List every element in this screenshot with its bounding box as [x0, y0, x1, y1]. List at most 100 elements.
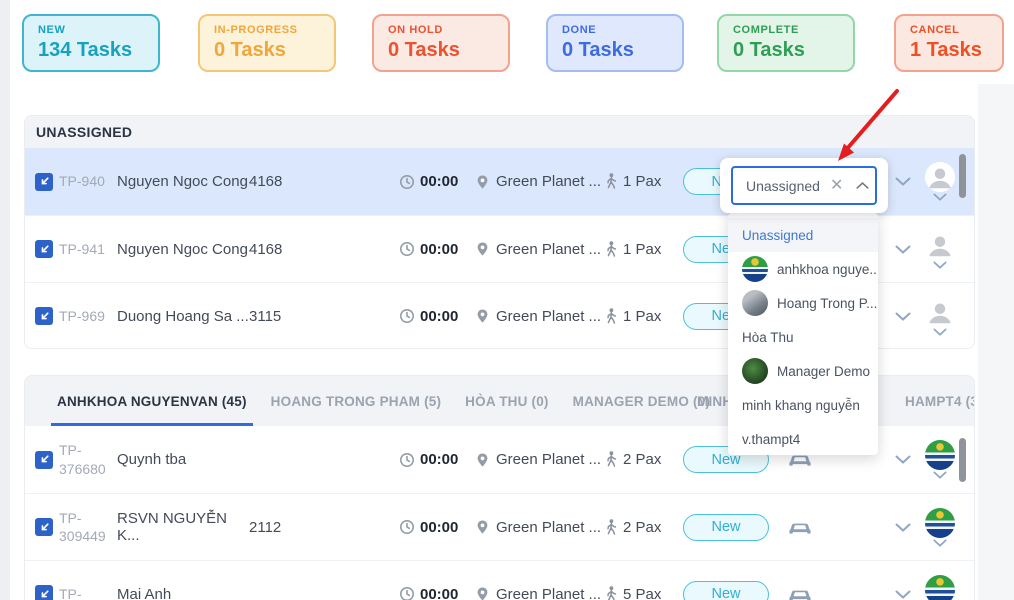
status-badge[interactable]: New	[683, 514, 769, 541]
clock-icon	[399, 519, 415, 535]
task-pax: 1 Pax	[623, 308, 661, 325]
panel-scrollbar-thumb[interactable]	[959, 438, 966, 482]
assignee-avatar-group[interactable]	[923, 508, 957, 547]
page-right-gutter	[978, 84, 1014, 600]
checked-checkbox-icon	[38, 521, 51, 534]
chevron-down-icon[interactable]	[933, 193, 947, 201]
flag-avatar	[925, 508, 955, 538]
card-new[interactable]: NEW 134 Tasks	[22, 14, 160, 72]
status-badge[interactable]: New	[683, 581, 769, 600]
dropdown-option-unassigned[interactable]: Unassigned	[728, 218, 878, 252]
chevron-down-icon[interactable]	[933, 471, 947, 479]
assignee-avatar-group[interactable]	[923, 297, 957, 336]
map-pin-icon	[475, 519, 490, 535]
task-id: TP-309449	[59, 509, 117, 545]
chevron-down-icon[interactable]	[933, 328, 947, 336]
row-checkbox[interactable]	[35, 585, 53, 600]
task-code: 4168	[249, 241, 399, 258]
checked-checkbox-icon	[38, 175, 51, 188]
dropdown-option-minh-khang[interactable]: minh khang nguyễn	[728, 388, 878, 422]
row-checkbox[interactable]	[35, 518, 53, 536]
task-id: TP-940	[59, 172, 117, 190]
assignee-avatar-group[interactable]	[923, 440, 957, 479]
walking-person-icon	[605, 586, 617, 600]
assignee-avatar-group[interactable]	[923, 162, 957, 201]
task-name: Duong Hoang Sa ...	[117, 308, 249, 325]
task-pax: 5 Pax	[623, 586, 661, 600]
card-done[interactable]: DONE 0 Tasks	[546, 14, 684, 72]
flag-avatar	[925, 440, 955, 470]
task-dispatch-page: NEW 134 Tasks IN-PROGRESS 0 Tasks ON HOL…	[0, 0, 1014, 600]
card-count: 0 Tasks	[733, 39, 853, 62]
task-time: 00:00	[420, 586, 458, 600]
chevron-down-icon[interactable]	[895, 177, 911, 186]
task-name: Mai Anh	[117, 586, 249, 600]
task-location: Green Planet ...	[496, 241, 601, 258]
table-row[interactable]: TP-309449 RSVN NGUYỄN K... 2112 00:00 Gr…	[25, 493, 974, 560]
table-row[interactable]: TP- Mai Anh 00:00 Green Planet ... 5 Pax…	[25, 560, 974, 600]
dropdown-option-manager-demo[interactable]: Manager Demo	[728, 354, 878, 388]
card-cancel[interactable]: CANCEL 1 Tasks	[894, 14, 1004, 72]
map-pin-icon	[475, 586, 490, 600]
task-id: TP-	[59, 585, 117, 600]
assignee-avatar-group[interactable]	[923, 575, 957, 600]
map-pin-icon	[475, 452, 490, 468]
card-label: COMPLETE	[733, 24, 853, 36]
assignee-select[interactable]: Unassigned ✕	[731, 166, 877, 205]
row-checkbox[interactable]	[35, 173, 53, 191]
task-id: TP-376680	[59, 441, 117, 477]
tab-manager-demo[interactable]: MANAGER DEMO (0)	[573, 376, 710, 426]
status-summary-cards: NEW 134 Tasks IN-PROGRESS 0 Tasks ON HOL…	[0, 14, 1014, 74]
checked-checkbox-icon	[38, 453, 51, 466]
panel-scrollbar-thumb[interactable]	[959, 154, 966, 198]
flag-avatar	[742, 256, 768, 282]
task-id: TP-941	[59, 240, 117, 258]
dropdown-option-vthampt4[interactable]: v.thampt4	[728, 422, 878, 455]
card-count: 0 Tasks	[214, 39, 334, 62]
task-pax: 2 Pax	[623, 519, 661, 536]
user-photo-avatar	[742, 290, 768, 316]
page-left-gutter	[0, 0, 10, 600]
task-location: Green Planet ...	[496, 173, 601, 190]
map-pin-icon	[475, 308, 490, 324]
card-in-progress[interactable]: IN-PROGRESS 0 Tasks	[198, 14, 336, 72]
card-count: 134 Tasks	[38, 39, 158, 62]
chevron-down-icon[interactable]	[895, 455, 911, 464]
row-checkbox[interactable]	[35, 240, 53, 258]
dropdown-option-hoang-trong[interactable]: Hoang Trong P...	[728, 286, 878, 320]
row-checkbox[interactable]	[35, 307, 53, 325]
chevron-down-icon[interactable]	[933, 261, 947, 269]
row-checkbox[interactable]	[35, 451, 53, 469]
tab-hoang-trong-pham[interactable]: HOANG TRONG PHAM (5)	[271, 376, 442, 426]
tab-vthampt4[interactable]: HAMPT4 (39)	[905, 376, 975, 426]
assignee-select-popup: Unassigned ✕	[720, 158, 888, 213]
task-id: TP-969	[59, 307, 117, 325]
card-on-hold[interactable]: ON HOLD 0 Tasks	[372, 14, 510, 72]
tab-anhkhoa-nguyenvan[interactable]: ANHKHOA NGUYENVAN (45)	[57, 376, 247, 426]
tab-hoa-thu[interactable]: HÒA THU (0)	[465, 376, 548, 426]
walking-person-icon	[605, 308, 617, 325]
chevron-up-icon[interactable]	[856, 181, 869, 190]
clear-x-icon[interactable]: ✕	[830, 178, 843, 194]
assignee-avatar-group[interactable]	[923, 230, 957, 269]
chevron-down-icon[interactable]	[895, 245, 911, 254]
chevron-down-icon[interactable]	[895, 523, 911, 532]
task-code: 2112	[249, 519, 399, 536]
task-time: 00:00	[420, 241, 458, 258]
walking-person-icon	[605, 241, 617, 258]
walking-person-icon	[605, 519, 617, 536]
task-time: 00:00	[420, 519, 458, 536]
chevron-down-icon[interactable]	[895, 312, 911, 321]
assignee-select-value: Unassigned	[746, 178, 820, 194]
chevron-down-icon[interactable]	[895, 590, 911, 599]
checked-checkbox-icon	[38, 588, 51, 600]
card-label: DONE	[562, 24, 682, 36]
checked-checkbox-icon	[38, 243, 51, 256]
task-time: 00:00	[420, 451, 458, 468]
chevron-down-icon[interactable]	[933, 539, 947, 547]
card-complete[interactable]: COMPLETE 0 Tasks	[717, 14, 855, 72]
task-location: Green Planet ...	[496, 586, 601, 600]
dropdown-option-anhkhoa[interactable]: anhkhoa nguye...	[728, 252, 878, 286]
dropdown-option-hoa-thu[interactable]: Hòa Thu	[728, 320, 878, 354]
person-placeholder-avatar	[925, 162, 955, 192]
